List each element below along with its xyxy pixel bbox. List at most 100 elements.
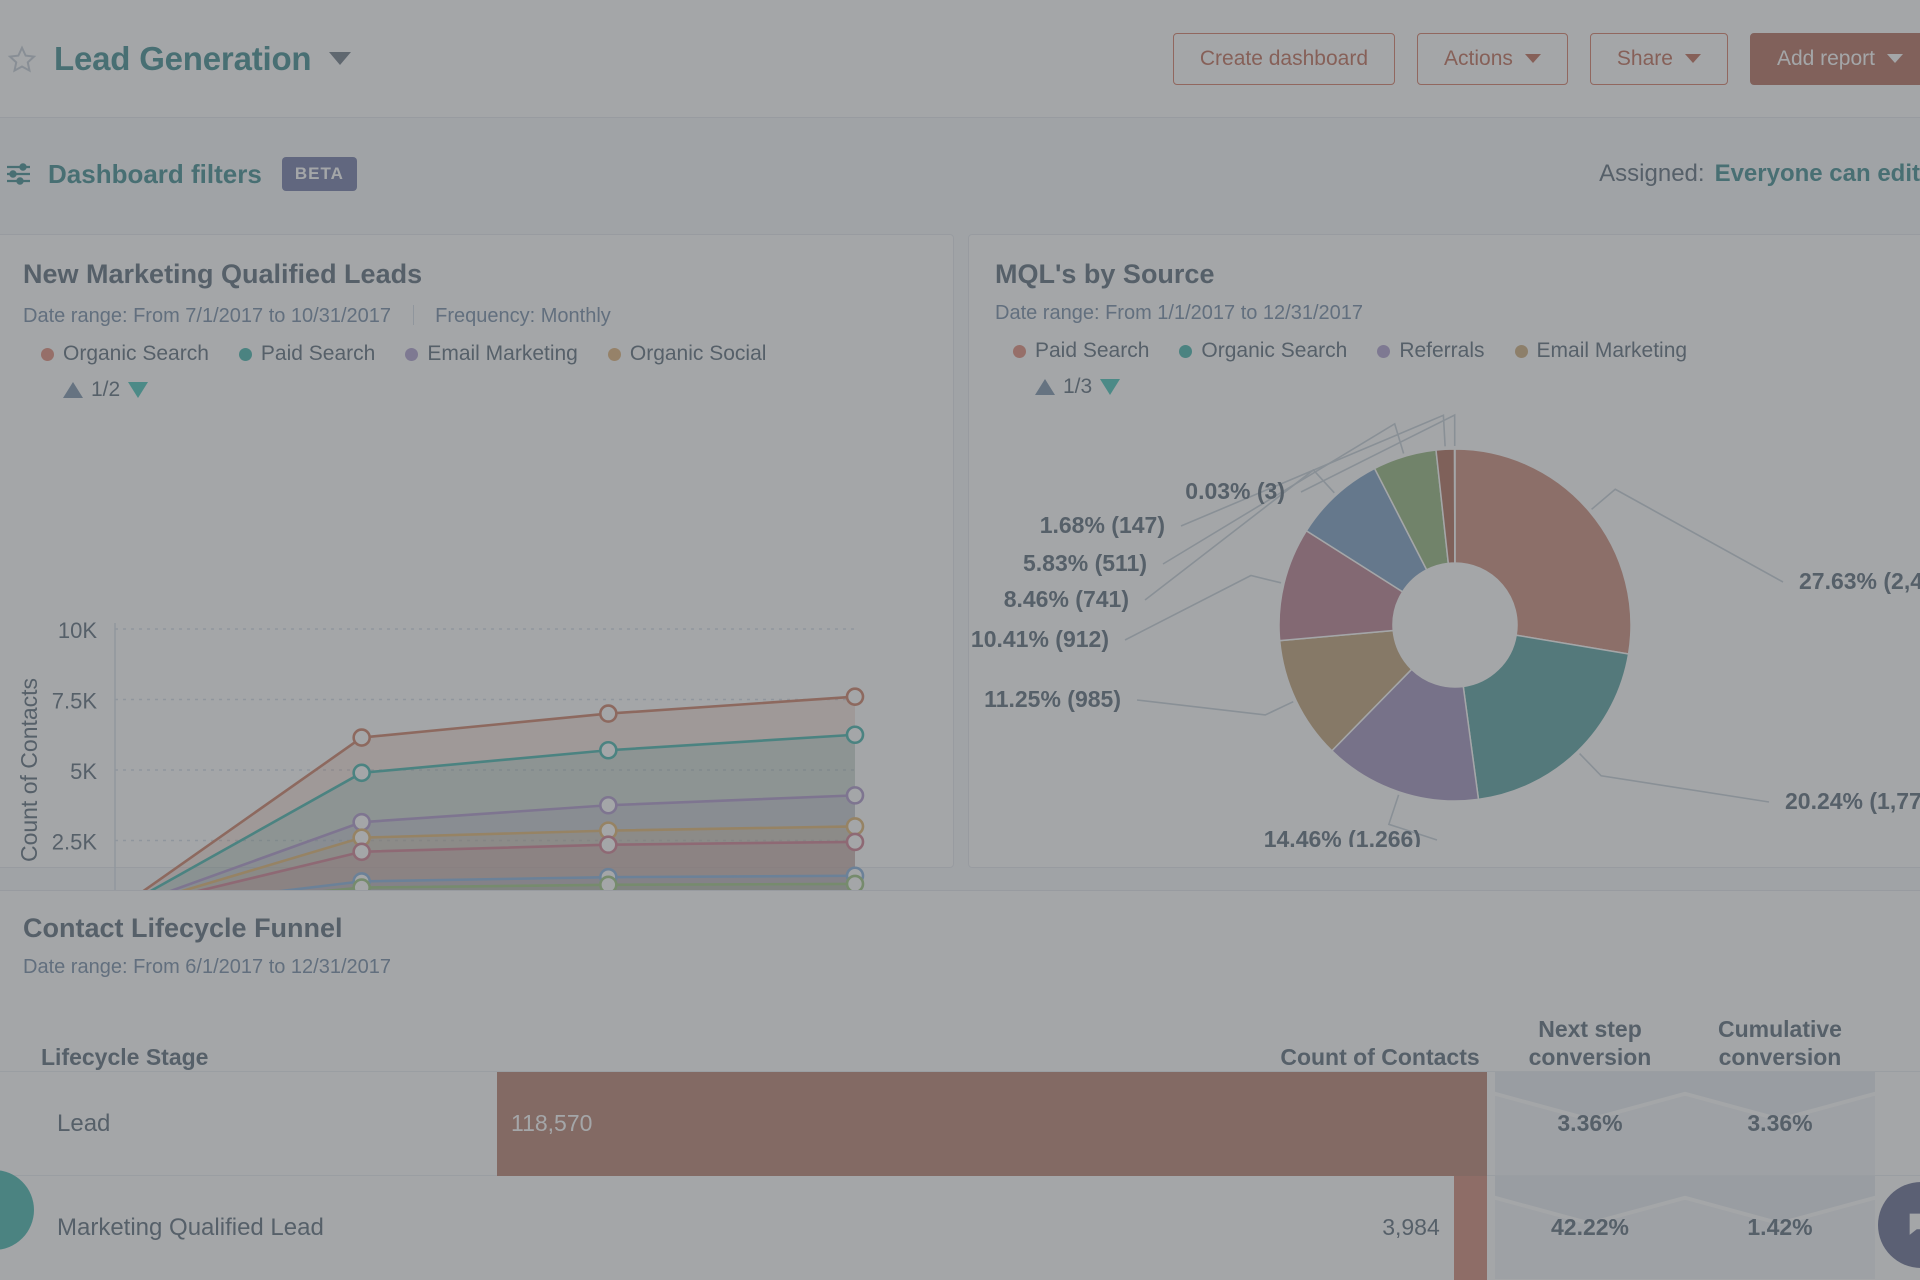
chat-bubble-icon — [1904, 1208, 1920, 1242]
mql-line-date-range: Date range: From 7/1/2017 to 10/31/2017 — [23, 305, 392, 327]
create-dashboard-label: Create dashboard — [1199, 46, 1369, 70]
funnel-column-cumulative-conversion: Cumulative conversion — [1718, 1015, 1842, 1070]
actions-chevron-down-icon — [1524, 53, 1541, 64]
legend-page-prev-icon[interactable] — [1035, 379, 1055, 395]
legend-label: Organic Search — [63, 342, 209, 365]
svg-text:14.46% (1,266): 14.46% (1,266) — [1264, 826, 1421, 847]
title-chevron-down-icon[interactable] — [329, 51, 352, 66]
assigned-label: Assigned: — [1599, 160, 1705, 187]
funnel-table-body: Lead 118,570 3.36% 3.36% Marketing Qualified… — [0, 1071, 1920, 1280]
funnel-row[interactable]: Lead 118,570 3.36% 3.36% — [0, 1071, 1920, 1176]
funnel-row-bar[interactable] — [1453, 1175, 1487, 1280]
funnel-column-next-step-conversion: Next step conversion — [1528, 1015, 1652, 1070]
funnel-bar-spacer — [1487, 1176, 1495, 1279]
create-dashboard-button[interactable]: Create dashboard — [1172, 32, 1396, 85]
svg-text:10.41% (912): 10.41% (912) — [971, 626, 1109, 652]
legend-label: Email Marketing — [1536, 339, 1688, 362]
assigned-value[interactable]: Everyone can edit — [1715, 160, 1920, 188]
mqls-by-source-donut-plot: 27.63% (2,420) 20.24% (1,773) 14.46% (1,26… — [971, 413, 1920, 847]
legend-page-prev-icon[interactable] — [63, 382, 83, 398]
mql-pie-card-title: MQL's by Source — [995, 259, 1215, 289]
funnel-row-count-label: 118,570 — [511, 1110, 593, 1136]
dashboard-filter-bar: Dashboard filters BETA Assigned: Everyon… — [0, 118, 1920, 230]
mql-pie-date-range: Date range: From 1/1/2017 to 12/31/2017 — [995, 302, 1364, 324]
dashboard-filters-control[interactable]: Dashboard filters BETA — [2, 157, 357, 191]
svg-text:8.46% (741): 8.46% (741) — [1004, 586, 1129, 612]
add-report-button[interactable]: Add report — [1749, 32, 1920, 85]
funnel-row-bar[interactable]: 118,570 — [497, 1071, 1487, 1176]
actions-button[interactable]: Actions — [1417, 32, 1568, 85]
legend-label: Email Marketing — [427, 342, 578, 365]
svg-text:10K: 10K — [58, 619, 97, 643]
add-report-chevron-down-icon — [1887, 53, 1903, 64]
funnel-row-stage: Lead — [57, 1109, 111, 1137]
svg-text:7.5K: 7.5K — [52, 689, 98, 714]
legend-dot-icon — [41, 347, 54, 361]
legend-item-organic-search[interactable]: Organic Search — [41, 342, 209, 366]
legend-item-paid-search[interactable]: Paid Search — [238, 342, 376, 366]
conversion-value: 3.36% — [1747, 1110, 1813, 1136]
svg-text:2.5K: 2.5K — [52, 830, 98, 855]
funnel-row-cumulative-conversion: 3.36% — [1685, 1072, 1875, 1175]
funnel-row-count-label: 3,984 — [1382, 1214, 1440, 1240]
funnel-card-title: Contact Lifecycle Funnel — [23, 913, 343, 943]
funnel-row-cumulative-conversion: 1.42% — [1685, 1176, 1875, 1279]
legend-item-email-marketing[interactable]: Email Marketing — [1514, 339, 1688, 363]
funnel-row[interactable]: Marketing Qualified Lead 3,984 42.22% 1.42% — [0, 1175, 1920, 1280]
svg-text:5K: 5K — [70, 759, 97, 784]
svg-text:27.63% (2,420): 27.63% (2,420) — [1799, 568, 1920, 594]
share-button[interactable]: Share — [1589, 32, 1728, 85]
legend-item-email-marketing[interactable]: Email Marketing — [405, 342, 578, 366]
card-new-marketing-qualified-leads: New Marketing Qualified Leads Date range… — [0, 234, 954, 1024]
legend-page-next-icon[interactable] — [128, 382, 149, 398]
legend-item-paid-search[interactable]: Paid Search — [1013, 339, 1149, 363]
legend-item-organic-social[interactable]: Organic Social — [607, 342, 766, 366]
card-contact-lifecycle-funnel: Contact Lifecycle Funnel Date range: Fro… — [0, 890, 1920, 1280]
dashboard-header: Lead Generation Create dashboard Actions… — [0, 0, 1920, 118]
legend-label: Referrals — [1399, 339, 1485, 362]
legend-item-organic-search[interactable]: Organic Search — [1179, 339, 1347, 363]
legend-item-referrals[interactable]: Referrals — [1377, 339, 1485, 363]
mql-pie-legend: Paid Search Organic Search Referrals Ema… — [1013, 339, 1909, 363]
funnel-row-bar-cell: 3,984 — [477, 1175, 1487, 1280]
funnel-row-next-step-conversion: 42.22% — [1495, 1176, 1685, 1279]
svg-text:20.24% (1,773): 20.24% (1,773) — [1785, 788, 1920, 814]
svg-text:1.68% (147): 1.68% (147) — [1040, 512, 1165, 538]
dashboard-filters-label: Dashboard filters — [48, 158, 262, 189]
funnel-bar-spacer — [1487, 1072, 1495, 1175]
legend-dot-icon — [1514, 344, 1528, 358]
legend-page-indicator: 1/2 — [91, 378, 121, 401]
funnel-table-header: Lifecycle Stage Count of Contacts Next s… — [0, 995, 1920, 1071]
legend-label: Organic Search — [1201, 339, 1348, 362]
mql-line-card-title: New Marketing Qualified Leads — [23, 259, 423, 289]
legend-page-indicator: 1/3 — [1063, 375, 1093, 398]
legend-dot-icon — [405, 347, 419, 361]
mql-line-card-subtitle: Date range: From 7/1/2017 to 10/31/2017 … — [23, 302, 927, 328]
funnel-row-bar-cell: 118,570 — [477, 1071, 1487, 1176]
favorite-star-icon[interactable] — [4, 41, 40, 77]
legend-dot-icon — [1013, 344, 1026, 358]
legend-label: Paid Search — [1035, 339, 1150, 362]
funnel-column-count-of-contacts: Count of Contacts — [1280, 1043, 1480, 1070]
legend-dot-icon — [1377, 344, 1391, 358]
legend-page-next-icon[interactable] — [1100, 379, 1121, 395]
conversion-value: 42.22% — [1550, 1214, 1629, 1240]
conversion-value: 1.42% — [1747, 1214, 1813, 1240]
funnel-row-stage: Marketing Qualified Lead — [57, 1213, 324, 1241]
page-title: Lead Generation — [54, 39, 312, 77]
funnel-column-lifecycle-stage: Lifecycle Stage — [41, 1043, 209, 1070]
legend-label: Paid Search — [260, 342, 376, 365]
share-label: Share — [1616, 46, 1673, 70]
filter-sliders-icon — [2, 157, 36, 191]
svg-text:5.83% (511): 5.83% (511) — [1023, 550, 1147, 576]
funnel-row-next-step-conversion: 3.36% — [1495, 1072, 1685, 1175]
share-chevron-down-icon — [1684, 53, 1701, 64]
svg-text:0.03% (3): 0.03% (3) — [1185, 478, 1285, 504]
card-mqls-by-source: MQL's by Source Date range: From 1/1/201… — [968, 234, 1920, 868]
legend-dot-icon — [607, 347, 621, 361]
svg-text:Count of Contacts: Count of Contacts — [16, 678, 42, 862]
funnel-row-padding — [1875, 1072, 1920, 1175]
mql-line-legend: Organic Search Paid Search Email Marketi… — [41, 342, 927, 366]
funnel-date-range: Date range: From 6/1/2017 to 12/31/2017 — [23, 956, 392, 978]
legend-dot-icon — [238, 347, 252, 361]
